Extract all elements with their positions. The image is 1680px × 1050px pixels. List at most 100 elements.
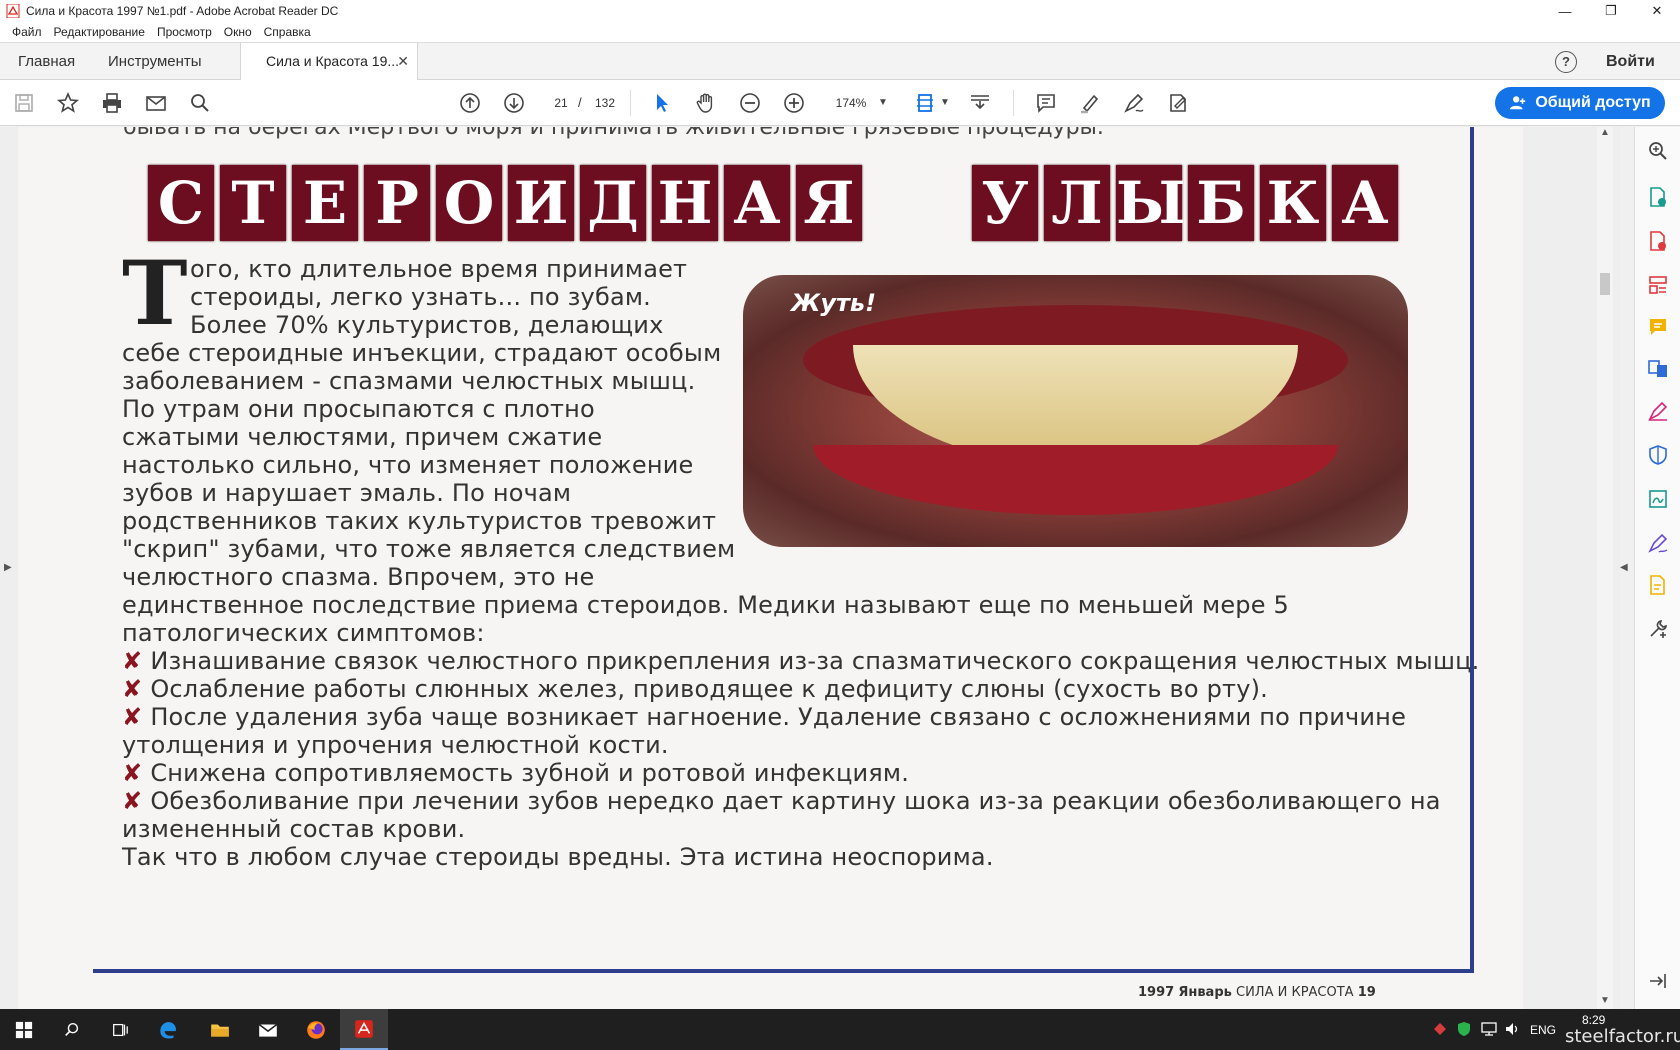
- add-user-icon: [1510, 96, 1526, 110]
- symptom-item-continuation: утолщения и упрочения челюстной кости.: [122, 731, 669, 759]
- paragraph-line: зубов и нарушает эмаль. По ночам: [122, 479, 572, 507]
- paragraph-line: себе стероидные инъекции, страдают особы…: [122, 339, 722, 367]
- taskbar-search-icon[interactable]: [48, 1009, 96, 1050]
- fill-sign-icon[interactable]: [1646, 399, 1670, 423]
- page-frame-right: [1470, 127, 1474, 972]
- maximize-button[interactable]: ❐: [1588, 0, 1634, 22]
- paragraph-line: ого, кто длительное время принимает: [190, 255, 688, 283]
- title-letter-tile: И: [508, 165, 574, 241]
- scrollbar-thumb[interactable]: [1600, 273, 1610, 295]
- title-letter-tile: С: [148, 165, 214, 241]
- scroll-down-icon[interactable]: ▼: [1597, 995, 1613, 1006]
- zoom-tool-icon[interactable]: [1646, 139, 1670, 163]
- protect-shield-icon[interactable]: [1646, 443, 1670, 467]
- footer-year: 1997: [1138, 985, 1175, 1000]
- scroll-up-icon[interactable]: ▲: [1597, 127, 1613, 138]
- select-cursor-icon[interactable]: [650, 91, 674, 115]
- window-title: Сила и Красота 1997 №1.pdf - Adobe Acrob…: [26, 4, 339, 18]
- edit-pdf-icon[interactable]: [1646, 273, 1670, 297]
- minimize-button[interactable]: —: [1542, 0, 1588, 22]
- tab-home[interactable]: Главная: [18, 43, 75, 80]
- zoom-in-icon[interactable]: [782, 91, 806, 115]
- tab-document-label: Сила и Красота 19...: [266, 53, 400, 69]
- comment-icon[interactable]: [1034, 91, 1058, 115]
- windows-taskbar: ENG 8:29: [0, 1009, 1680, 1050]
- task-view-icon[interactable]: [96, 1009, 144, 1050]
- symptom-text: Обезболивание при лечении зубов нередко …: [150, 787, 1441, 815]
- create-pdf-icon[interactable]: [1646, 229, 1670, 253]
- paragraph-line: настолько сильно, что изменяет положение: [122, 451, 694, 479]
- paragraph-line: Более 70% культуристов, делающих: [190, 311, 664, 339]
- security-shield-icon[interactable]: [1456, 1021, 1472, 1037]
- menu-help[interactable]: Справка: [258, 25, 317, 39]
- sign-tool-icon[interactable]: [1646, 531, 1670, 555]
- system-clock[interactable]: 8:29: [1582, 1013, 1605, 1027]
- previous-page-icon[interactable]: [458, 91, 482, 115]
- page-separator: /: [578, 95, 582, 110]
- vertical-scrollbar[interactable]: ▲ ▼: [1597, 127, 1613, 1009]
- paragraph-line: челюстного спазма. Впрочем, это не: [122, 563, 595, 591]
- more-tools-icon[interactable]: [1646, 617, 1670, 641]
- close-tab-icon[interactable]: ✕: [397, 43, 409, 80]
- save-icon[interactable]: [12, 91, 36, 115]
- edge-browser-icon[interactable]: [144, 1009, 192, 1050]
- paragraph-line: сжатыми челюстями, причем сжатие: [122, 423, 603, 451]
- sign-document-icon[interactable]: [1166, 91, 1190, 115]
- title-letter-tile: Я: [796, 165, 862, 241]
- read-mode-icon[interactable]: [968, 91, 992, 115]
- symptom-text: утолщения и упрочения челюстной кости.: [122, 731, 669, 759]
- right-panel-toggle-icon[interactable]: ◀: [1620, 562, 1628, 573]
- highlight-icon[interactable]: [1078, 91, 1102, 115]
- collapse-panel-icon[interactable]: [1646, 969, 1670, 993]
- fit-page-dropdown-icon[interactable]: ▼: [940, 92, 950, 114]
- menu-file[interactable]: Файл: [6, 25, 48, 39]
- title-letter-tile: А: [724, 165, 790, 241]
- comment-tool-icon[interactable]: [1646, 315, 1670, 339]
- footer-month: Январь: [1178, 985, 1232, 1000]
- acrobat-taskbar-icon[interactable]: [340, 1009, 388, 1050]
- paragraph-line: По утрам они просыпаются с плотно: [122, 395, 595, 423]
- send-for-signature-icon[interactable]: [1646, 487, 1670, 511]
- zoom-dropdown-icon[interactable]: ▼: [878, 92, 888, 114]
- email-icon[interactable]: [144, 91, 168, 115]
- help-icon[interactable]: ?: [1555, 51, 1577, 73]
- hand-tool-icon[interactable]: [694, 91, 718, 115]
- network-icon[interactable]: [1480, 1021, 1498, 1037]
- network-alert-icon[interactable]: [1432, 1021, 1448, 1037]
- print-icon[interactable]: [100, 91, 124, 115]
- tab-tools[interactable]: Инструменты: [108, 43, 202, 80]
- menu-edit[interactable]: Редактирование: [48, 25, 151, 39]
- title-letter-tile: Р: [364, 165, 430, 241]
- symptom-text: Ослабление работы слюнных желез, приводя…: [150, 675, 1269, 703]
- volume-icon[interactable]: [1504, 1021, 1520, 1037]
- windows-start-icon[interactable]: [0, 1009, 48, 1050]
- star-icon[interactable]: [56, 91, 80, 115]
- file-explorer-icon[interactable]: [196, 1009, 244, 1050]
- menu-view[interactable]: Просмотр: [151, 25, 218, 39]
- photo-lower-lip: [813, 445, 1338, 515]
- close-window-button[interactable]: ✕: [1634, 0, 1680, 22]
- toolbar-divider: [1013, 90, 1014, 116]
- document-viewport[interactable]: ▶ бывать на берегах Мертвого моря и прин…: [0, 127, 1620, 1009]
- organize-pages-icon[interactable]: [1646, 357, 1670, 381]
- sign-in-button[interactable]: Войти: [1606, 43, 1655, 80]
- teeth-photo: Жуть!: [743, 275, 1408, 547]
- export-pdf-icon[interactable]: [1646, 185, 1670, 209]
- current-page-input[interactable]: 21: [547, 92, 575, 114]
- request-edits-icon[interactable]: [1646, 573, 1670, 597]
- zoom-out-icon[interactable]: [738, 91, 762, 115]
- search-icon[interactable]: [188, 91, 212, 115]
- mail-icon[interactable]: [244, 1009, 292, 1050]
- zoom-level-input[interactable]: 174%: [826, 92, 876, 114]
- draw-icon[interactable]: [1122, 91, 1146, 115]
- firefox-icon[interactable]: [292, 1009, 340, 1050]
- share-button[interactable]: Общий доступ: [1495, 87, 1665, 119]
- language-indicator[interactable]: ENG: [1530, 1023, 1556, 1037]
- fit-page-icon[interactable]: [914, 91, 938, 115]
- menu-window[interactable]: Окно: [218, 25, 258, 39]
- right-tools-panel: [1634, 127, 1680, 1009]
- next-page-icon[interactable]: [502, 91, 526, 115]
- left-panel-toggle-icon[interactable]: ▶: [4, 562, 12, 573]
- title-letter-tile: Б: [1188, 165, 1254, 241]
- tab-document[interactable]: Сила и Красота 19... ✕: [240, 43, 418, 81]
